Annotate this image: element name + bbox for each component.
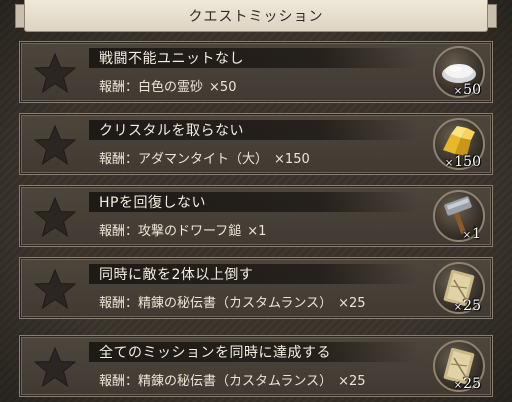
item-quantity: ×150 [444, 154, 481, 170]
reward-line: 報酬：精錬の秘伝書（カスタムランス） ×25 [99, 370, 366, 389]
reward-item: 攻撃のドワーフ鎚 [138, 224, 242, 239]
panel-header: クエストミッション [15, 0, 497, 32]
reward-line: 報酬：精錬の秘伝書（カスタムランス） ×25 [99, 292, 366, 311]
mission-row[interactable]: HPを回復しない 報酬：攻撃のドワーフ鎚 ×1 ×1 [20, 186, 492, 246]
reward-line: 報酬：アダマンタイト（大） ×150 [99, 148, 310, 167]
star-icon [31, 193, 79, 241]
reward-label: 報酬： [99, 152, 139, 167]
mission-row[interactable]: 全てのミッションを同時に達成する 報酬：精錬の秘伝書（カスタムランス） ×25 ×… [20, 336, 492, 396]
mission-title: 同時に敵を2体以上倒す [99, 267, 254, 283]
reward-label: 報酬： [99, 296, 139, 311]
mission-row[interactable]: クリスタルを取らない 報酬：アダマンタイト（大） ×150 ×150 [20, 114, 492, 174]
star-icon [31, 343, 79, 391]
reward-label: 報酬： [99, 80, 139, 95]
mission-title: 戦闘不能ユニットなし [99, 51, 244, 67]
header-title: クエストミッション [188, 8, 324, 25]
item-quantity: ×1 [462, 226, 481, 242]
reward-line: 報酬：白色の霊砂 ×50 [99, 76, 236, 95]
star-icon [31, 49, 79, 97]
reward-item: 精錬の秘伝書（カスタムランス） [138, 374, 333, 389]
reward-multiplier: ×25 [338, 374, 366, 389]
star-icon [31, 265, 79, 313]
mission-title: HPを回復しない [99, 195, 206, 211]
reward-multiplier: ×50 [209, 80, 237, 95]
reward-line: 報酬：攻撃のドワーフ鎚 ×1 [99, 220, 266, 239]
reward-multiplier: ×1 [247, 224, 267, 239]
mission-title: 全てのミッションを同時に達成する [99, 345, 331, 361]
reward-multiplier: ×150 [274, 152, 310, 167]
item-quantity: ×25 [453, 376, 481, 392]
item-quantity: ×25 [453, 298, 481, 314]
reward-item: アダマンタイト（大） [138, 152, 269, 167]
star-icon [31, 121, 79, 169]
mission-row[interactable]: 戦闘不能ユニットなし 報酬：白色の霊砂 ×50 ×50 [20, 42, 492, 102]
mission-title: クリスタルを取らない [99, 123, 244, 139]
reward-multiplier: ×25 [338, 296, 366, 311]
item-quantity: ×50 [453, 82, 481, 98]
reward-label: 報酬： [99, 374, 139, 389]
mission-row[interactable]: 同時に敵を2体以上倒す 報酬：精錬の秘伝書（カスタムランス） ×25 ×25 [20, 258, 492, 318]
reward-item: 精錬の秘伝書（カスタムランス） [138, 296, 333, 311]
reward-item: 白色の霊砂 [138, 80, 204, 95]
reward-label: 報酬： [99, 224, 139, 239]
